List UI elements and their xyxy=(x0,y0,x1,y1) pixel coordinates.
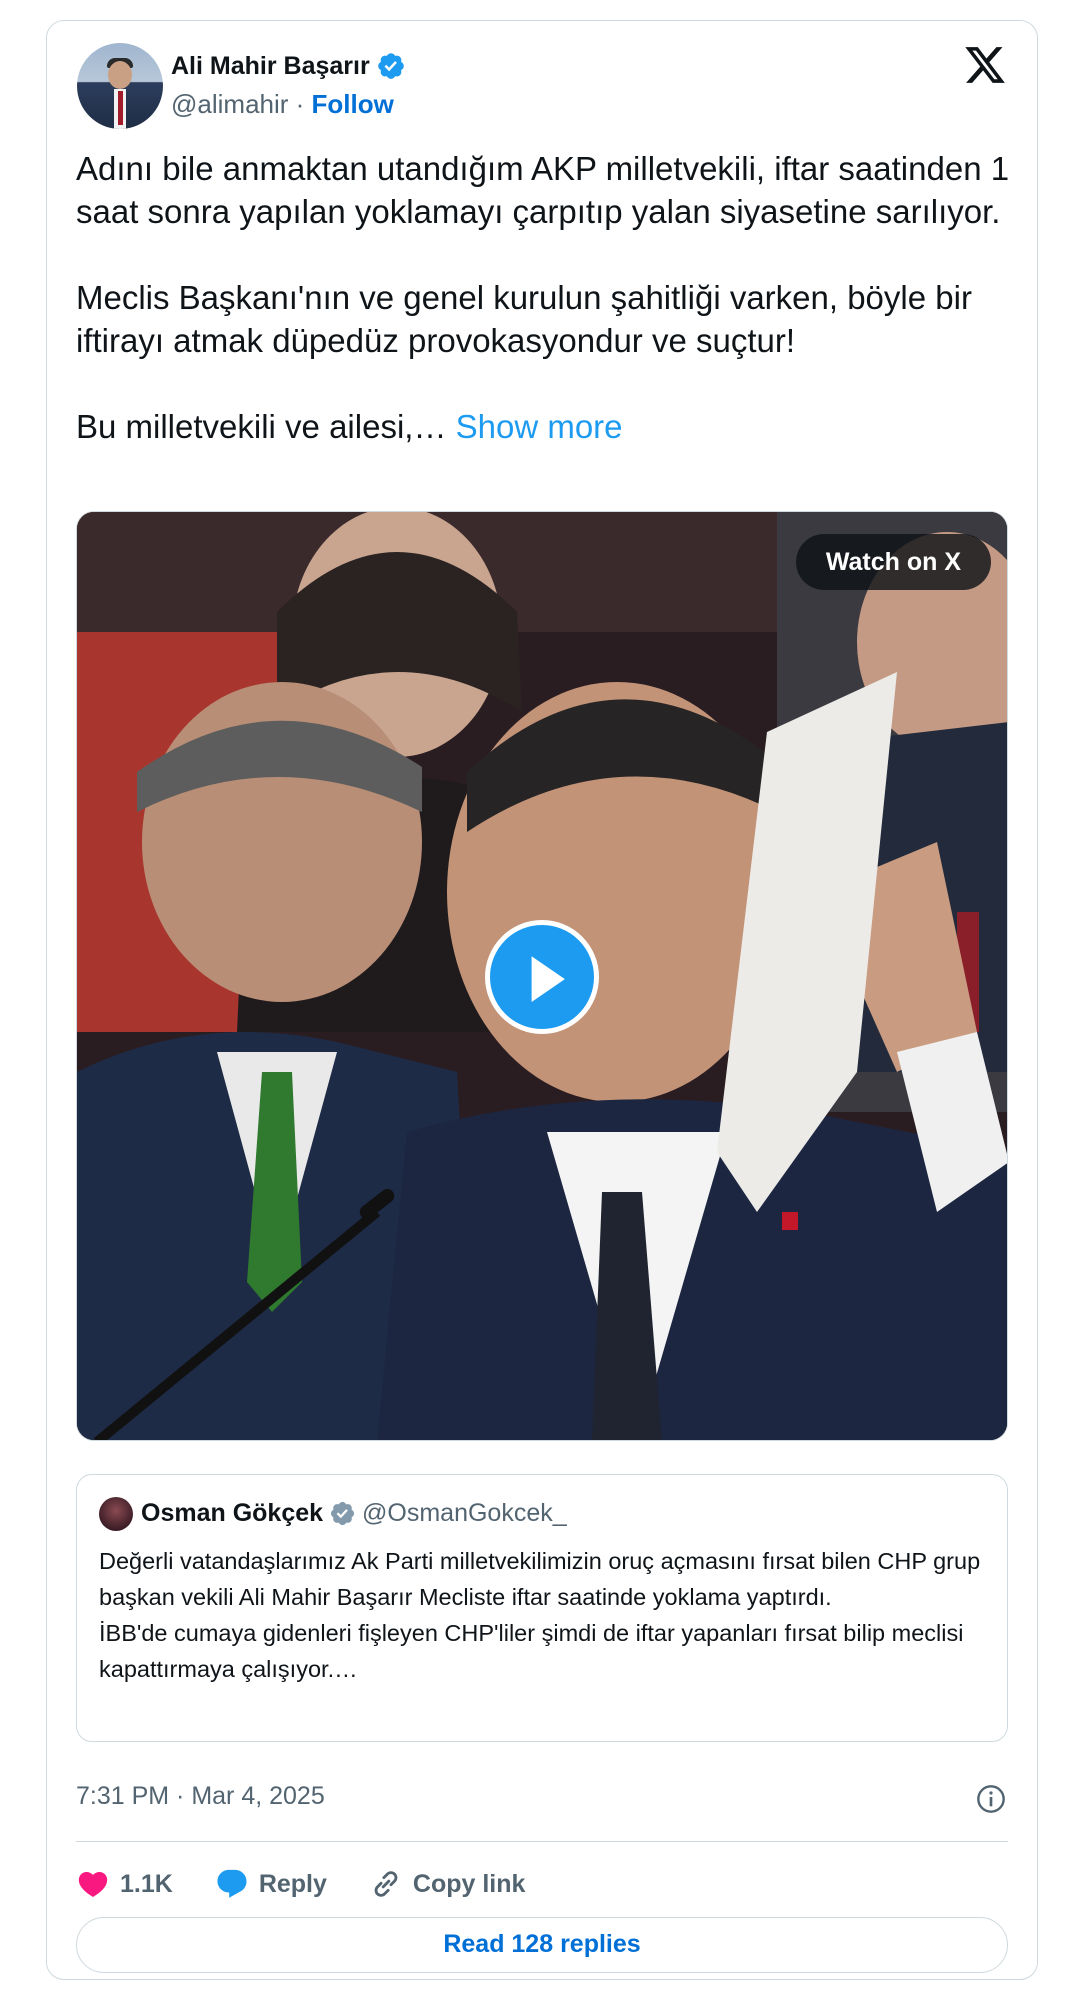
copy-link-button[interactable]: Copy link xyxy=(369,1867,526,1901)
verified-badge-icon xyxy=(331,1501,355,1526)
author-name-row: Ali Mahir Başarır xyxy=(171,51,406,81)
reply-bubble-icon xyxy=(217,1869,247,1898)
tweet-paragraph: Meclis Başkanı'nın ve genel kurulun şahi… xyxy=(76,279,972,359)
reply-label: Reply xyxy=(258,1869,327,1898)
tweet-timestamp[interactable]: 7:31 PM · Mar 4, 2025 xyxy=(76,1782,325,1811)
verified-badge-icon xyxy=(377,53,404,79)
tweet-paragraph: Adını bile anmaktan utandığım AKP millet… xyxy=(76,150,1010,230)
read-replies-button[interactable]: Read 128 replies xyxy=(76,1917,1008,1973)
quoted-text-line: Değerli vatandaşlarımız Ak Parti milletv… xyxy=(99,1548,981,1610)
tweet-paragraph-text: Bu milletvekili ve ailesi,… xyxy=(76,408,456,445)
handle-separator: · xyxy=(288,89,312,119)
heart-icon xyxy=(78,1871,108,1897)
play-button[interactable] xyxy=(485,920,599,1034)
x-logo-icon[interactable] xyxy=(963,43,1007,87)
tweet-text: Adını bile anmaktan utandığım AKP millet… xyxy=(76,147,1016,448)
tweet-card: Ali Mahir Başarır @alimahir · Follow Adı… xyxy=(46,20,1038,1980)
tweet-paragraph-truncated: Bu milletvekili ve ailesi,… Show more xyxy=(76,405,1016,448)
quoted-author-handle[interactable]: @OsmanGokcek_ xyxy=(362,1499,567,1528)
quoted-author-avatar[interactable] xyxy=(99,1497,133,1531)
author-name[interactable]: Ali Mahir Başarır xyxy=(171,52,370,81)
link-icon xyxy=(374,1871,398,1897)
like-count: 1.1K xyxy=(120,1869,173,1898)
follow-button[interactable]: Follow xyxy=(312,89,394,119)
footer-divider xyxy=(76,1841,1008,1842)
author-handle-row: @alimahir · Follow xyxy=(171,89,394,120)
action-bar: 1.1K Reply Copy link xyxy=(76,1859,567,1909)
quoted-header: Osman Gökçek @OsmanGokcek_ xyxy=(141,1499,567,1528)
quoted-text: Değerli vatandaşlarımız Ak Parti milletv… xyxy=(99,1543,989,1687)
reply-button[interactable]: Reply xyxy=(215,1867,327,1901)
quoted-author-name[interactable]: Osman Gökçek xyxy=(141,1499,323,1528)
video-player[interactable]: Watch on X xyxy=(76,511,1008,1441)
watch-on-x-button[interactable]: Watch on X xyxy=(795,534,991,590)
like-button[interactable]: 1.1K xyxy=(76,1867,173,1901)
play-icon xyxy=(531,956,565,1002)
quoted-text-line: İBB'de cumaya gidenleri fişleyen CHP'lil… xyxy=(99,1620,964,1682)
show-more-link[interactable]: Show more xyxy=(456,408,623,445)
copy-link-label: Copy link xyxy=(412,1869,526,1898)
quoted-tweet[interactable]: Osman Gökçek @OsmanGokcek_ Değerli vatan… xyxy=(76,1474,1008,1742)
author-avatar[interactable] xyxy=(77,43,163,129)
info-icon[interactable] xyxy=(975,1783,1007,1815)
author-handle[interactable]: @alimahir xyxy=(171,89,288,119)
